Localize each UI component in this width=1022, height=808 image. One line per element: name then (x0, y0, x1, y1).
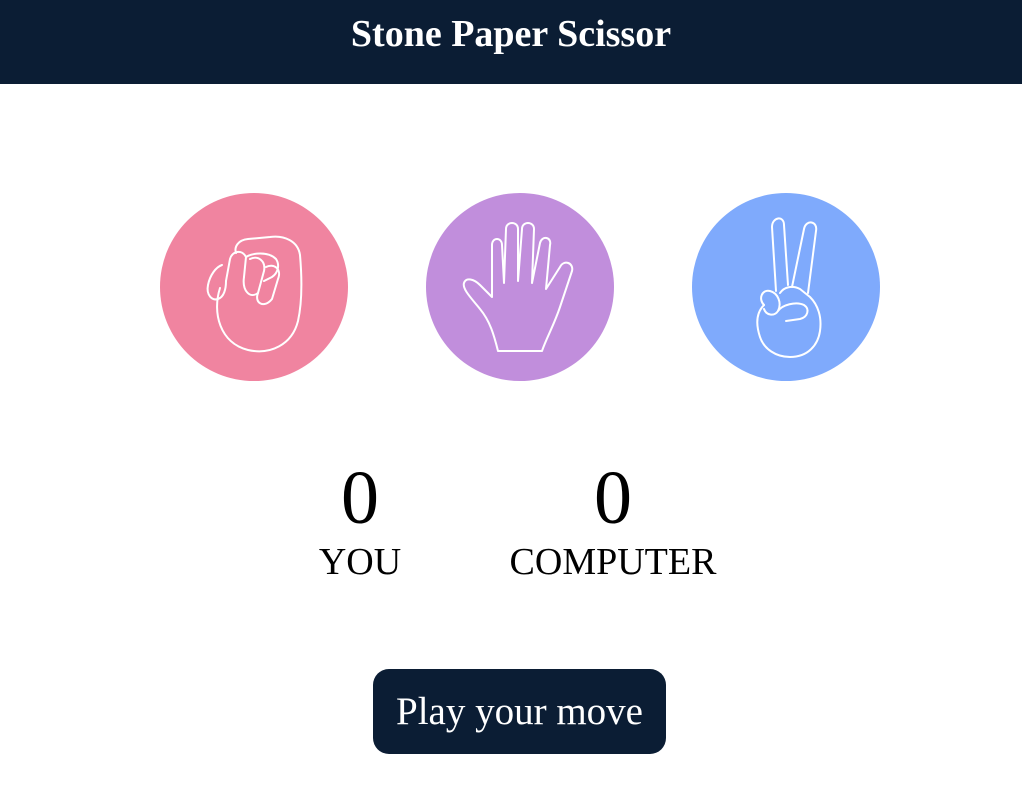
peace-hand-icon (756, 217, 822, 358)
user-score: 0 (341, 456, 379, 540)
computer-score-label: COMPUTER (509, 541, 717, 583)
computer-score: 0 (594, 456, 632, 540)
stone-choice-button[interactable] (160, 193, 348, 381)
page-title: Stone Paper Scissor (350, 13, 672, 55)
app-header: Stone Paper Scissor (0, 0, 1022, 84)
fist-icon (206, 235, 303, 353)
open-hand-icon (462, 222, 574, 352)
computer-score-block: 0 COMPUTER (490, 458, 736, 584)
scissor-choice-button[interactable] (692, 193, 880, 381)
user-score-label: YOU (318, 541, 402, 583)
user-score-block: 0 YOU (300, 458, 420, 584)
paper-choice-button[interactable] (426, 193, 614, 381)
play-move-button[interactable]: Play your move (373, 669, 666, 754)
